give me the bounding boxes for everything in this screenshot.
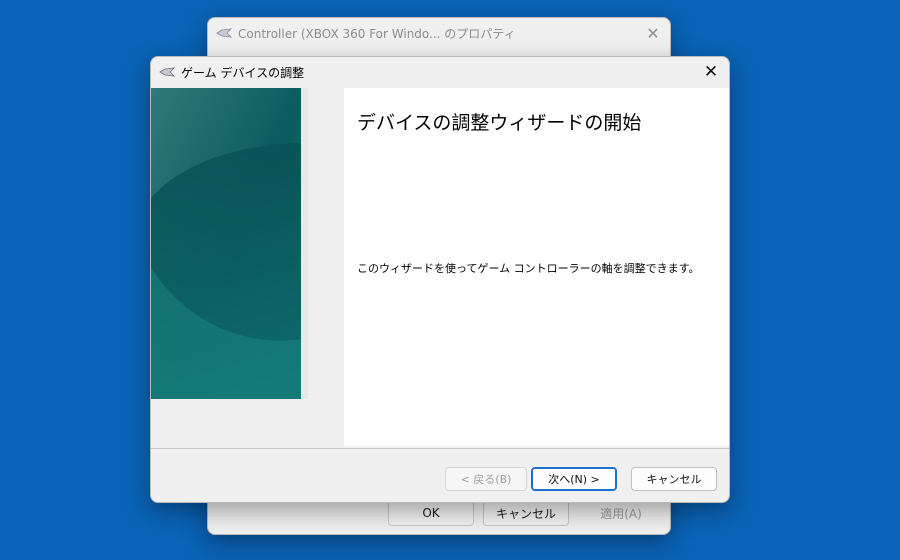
wizard-titlebar: ゲーム デバイスの調整 ✕ <box>151 57 729 87</box>
apply-button[interactable]: 適用(A) <box>578 500 664 526</box>
properties-titlebar: Controller (XBOX 360 For Windo... のプロパティ… <box>208 18 670 48</box>
divider <box>151 448 729 449</box>
cancel-button[interactable]: キャンセル <box>631 467 717 491</box>
back-button[interactable]: < 戻る(B) <box>445 467 527 491</box>
wizard-description: このウィザードを使ってゲーム コントローラーの軸を調整できます。 <box>357 262 700 275</box>
close-icon[interactable]: ✕ <box>642 22 664 44</box>
decorative-art <box>151 88 308 399</box>
wizard-content-panel: デバイスの調整ウィザードの開始 このウィザードを使ってゲーム コントローラーの軸… <box>344 88 729 446</box>
close-icon[interactable]: ✕ <box>699 60 723 84</box>
page-title: デバイスの調整ウィザードの開始 <box>357 112 642 134</box>
game-controller-icon <box>159 67 175 77</box>
game-controller-icon <box>216 28 232 38</box>
properties-title: Controller (XBOX 360 For Windo... のプロパティ <box>238 26 516 41</box>
ok-button[interactable]: OK <box>388 500 474 526</box>
cancel-button[interactable]: キャンセル <box>483 500 569 526</box>
wizard-title: ゲーム デバイスの調整 <box>181 65 305 80</box>
calibration-wizard-window: ゲーム デバイスの調整 ✕ デバイスの調整ウィザードの開始 このウィザードを使っ… <box>150 56 730 503</box>
next-button[interactable]: 次へ(N) > <box>531 467 617 491</box>
wizard-side-art <box>151 88 308 399</box>
